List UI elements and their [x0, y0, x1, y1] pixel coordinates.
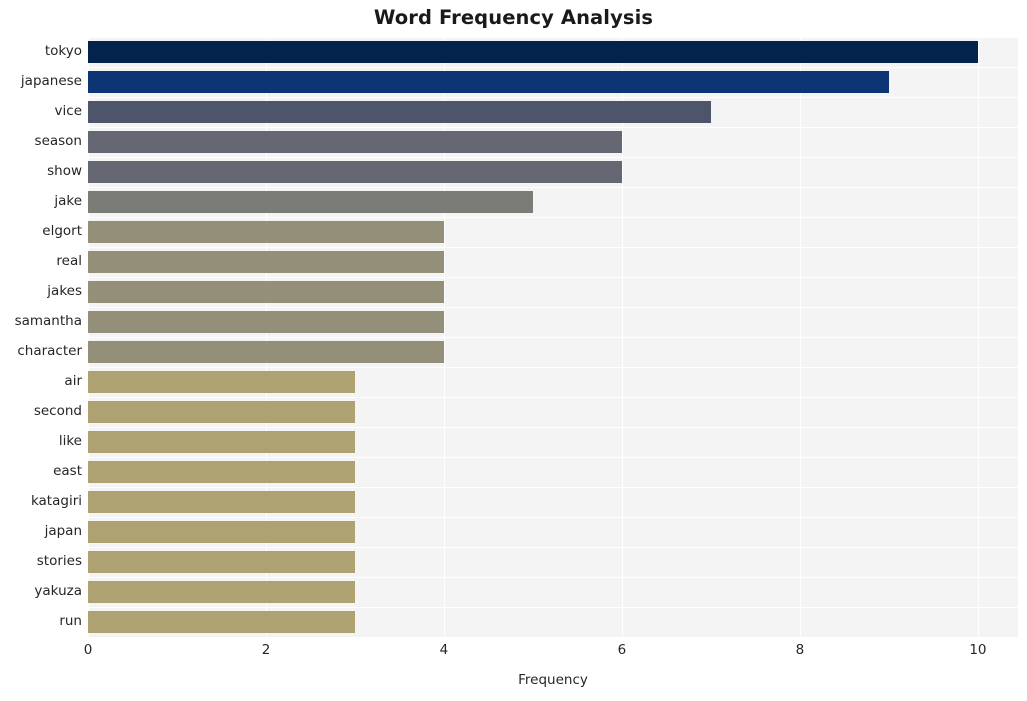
- x-axis-ticks: 0 2 4 6 8 10: [84, 642, 1018, 662]
- y-axis-tick-label: jake: [54, 193, 82, 209]
- bars-layer: [88, 37, 1018, 637]
- y-axis-tick-label: east: [53, 463, 82, 479]
- bar-japan[interactable]: [88, 521, 355, 543]
- bar-character[interactable]: [88, 341, 444, 363]
- y-axis-tick-label: katagiri: [30, 493, 82, 509]
- bar-show[interactable]: [88, 161, 622, 183]
- bar-like[interactable]: [88, 431, 355, 453]
- x-axis-tick-label: 10: [969, 642, 987, 658]
- y-axis-tick-label: air: [64, 373, 82, 389]
- bar-tokyo[interactable]: [88, 41, 978, 63]
- y-axis-labels: tokyo japanese vice season show jake elgort rea…: [0, 37, 82, 637]
- y-axis-tick-label: run: [59, 613, 82, 629]
- chart-title: Word Frequency Analysis: [373, 6, 654, 29]
- y-axis-tick-label: japan: [44, 523, 82, 539]
- bar-real[interactable]: [88, 251, 444, 273]
- y-axis-tick-label: japanese: [20, 73, 82, 89]
- x-axis-tick-label: 6: [617, 642, 627, 658]
- y-axis-tick-label: samantha: [14, 313, 82, 329]
- y-axis-tick-label: elgort: [42, 223, 82, 239]
- y-axis-tick-label: stories: [36, 553, 82, 569]
- x-axis-tick-label: 2: [261, 642, 271, 658]
- bar-japanese[interactable]: [88, 71, 889, 93]
- y-axis-tick-label: show: [47, 163, 82, 179]
- y-axis-tick-label: like: [58, 433, 82, 449]
- bar-elgort[interactable]: [88, 221, 444, 243]
- bar-jake[interactable]: [88, 191, 533, 213]
- bar-jakes[interactable]: [88, 281, 444, 303]
- y-axis-tick-label: yakuza: [34, 583, 82, 599]
- x-axis-tick-label: 0: [83, 642, 93, 658]
- x-axis-tick-label: 8: [795, 642, 805, 658]
- bar-yakuza[interactable]: [88, 581, 355, 603]
- bar-east[interactable]: [88, 461, 355, 483]
- y-axis-tick-label: character: [17, 343, 82, 359]
- bar-run[interactable]: [88, 611, 355, 633]
- bar-stories[interactable]: [88, 551, 355, 573]
- plot-area: [88, 37, 1018, 637]
- word-frequency-chart: Word Frequency Analysis tokyo japanese vic…: [0, 0, 1027, 701]
- x-axis-tick-label: 4: [439, 642, 449, 658]
- x-axis-title: Frequency: [518, 672, 588, 688]
- bar-vice[interactable]: [88, 101, 711, 123]
- y-axis-tick-label: jakes: [47, 283, 82, 299]
- bar-season[interactable]: [88, 131, 622, 153]
- bar-air[interactable]: [88, 371, 355, 393]
- bar-second[interactable]: [88, 401, 355, 423]
- y-axis-tick-label: season: [34, 133, 82, 149]
- y-axis-tick-label: vice: [54, 103, 82, 119]
- bar-katagiri[interactable]: [88, 491, 355, 513]
- y-axis-tick-label: tokyo: [44, 43, 82, 59]
- y-axis-tick-label: real: [56, 253, 82, 269]
- bar-samantha[interactable]: [88, 311, 444, 333]
- y-axis-tick-label: second: [33, 403, 82, 419]
